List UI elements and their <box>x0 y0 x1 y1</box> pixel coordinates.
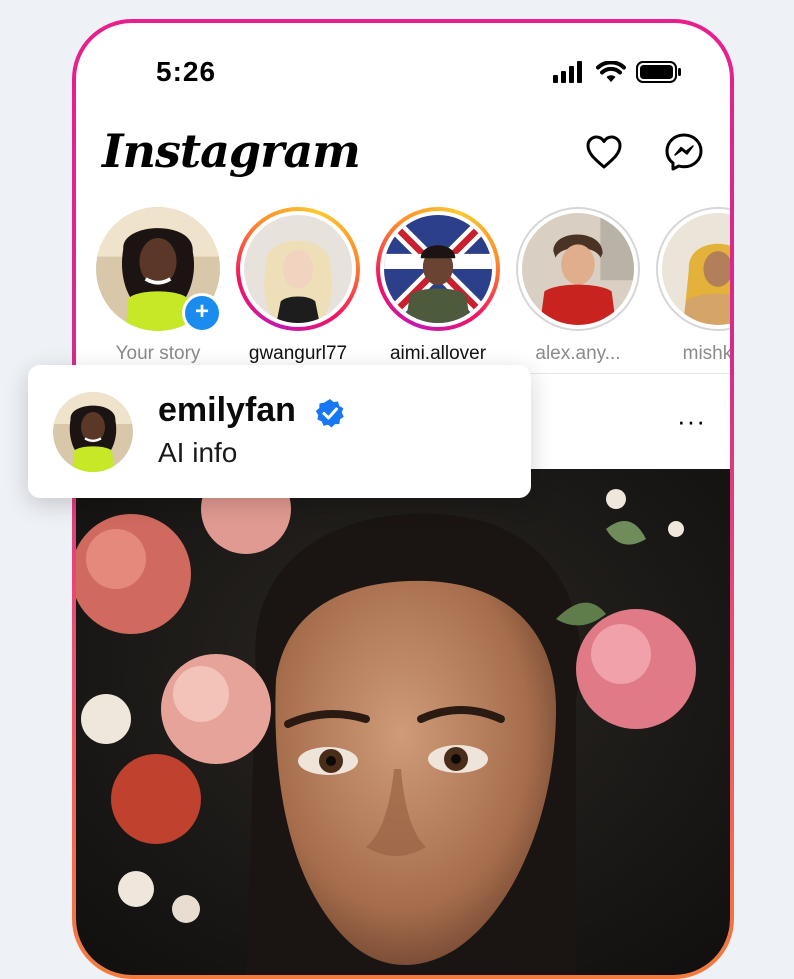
ai-info-card[interactable]: emilyfan AI info <box>28 365 531 498</box>
story-username: gwangurl77 <box>248 343 348 364</box>
messenger-icon[interactable] <box>664 132 704 172</box>
phone-screen: 5:26 Instagram + Your story gwangurl77 a… <box>76 23 730 975</box>
status-bar: 5:26 <box>76 23 730 113</box>
story-ring <box>376 207 500 331</box>
story-ring <box>656 207 730 331</box>
battery-icon <box>636 61 681 83</box>
story-ring <box>516 207 640 331</box>
add-story-button[interactable]: + <box>182 293 222 333</box>
avatar <box>662 213 730 325</box>
heart-icon[interactable] <box>584 132 624 172</box>
avatar <box>244 215 352 323</box>
more-options-icon[interactable]: ··· <box>677 406 706 437</box>
avatar <box>53 392 133 472</box>
story-ring: + <box>96 207 222 333</box>
post-image[interactable] <box>76 469 730 975</box>
status-icons <box>552 61 682 83</box>
story-username: aimi.allover <box>389 343 487 364</box>
app-header: Instagram <box>76 118 730 198</box>
story-gwangurl77[interactable]: gwangurl77 <box>233 207 363 365</box>
wifi-icon <box>596 61 626 82</box>
instagram-logo[interactable]: Instagram <box>102 124 361 178</box>
story-ring <box>236 207 360 331</box>
popup-username[interactable]: emilyfan <box>158 391 296 430</box>
story-mishka[interactable]: mishka_ <box>653 207 730 365</box>
avatar <box>384 215 492 323</box>
status-time: 5:26 <box>156 56 217 87</box>
story-username: alex.any... <box>535 343 621 364</box>
avatar <box>522 213 634 325</box>
signal-icon <box>553 61 582 83</box>
story-aimi-allover[interactable]: aimi.allover <box>373 207 503 365</box>
story-alex-any[interactable]: alex.any... <box>513 207 643 365</box>
verified-badge-icon <box>315 399 344 428</box>
stories-tray: + Your story gwangurl77 aimi.allover ale… <box>76 207 730 377</box>
story-username: mishka_ <box>682 343 730 364</box>
ai-info-label[interactable]: AI info <box>158 437 237 469</box>
phone-frame: 5:26 Instagram + Your story gwangurl77 a… <box>72 19 734 979</box>
story-username: Your story <box>115 343 201 364</box>
story-your-story[interactable]: + Your story <box>93 207 223 365</box>
